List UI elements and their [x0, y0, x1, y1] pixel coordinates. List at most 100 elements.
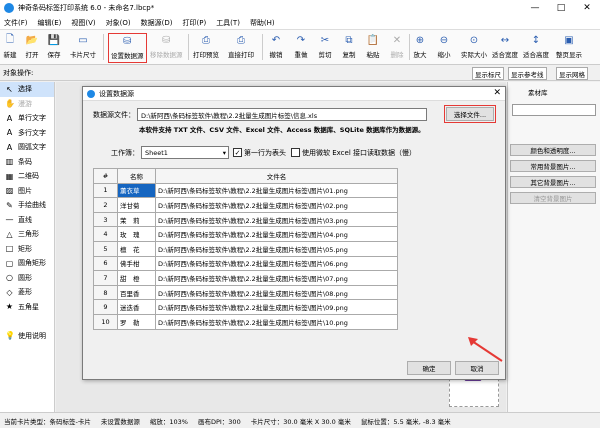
sidebar-item-help[interactable]: 💡 使用说明 [0, 329, 54, 344]
material-select[interactable] [512, 104, 596, 116]
sidebar-item-rectangle[interactable]: □ 矩形 [0, 242, 54, 257]
close-button[interactable]: ✕ [574, 0, 600, 16]
table-row[interactable]: 7甜 橙 D:\新阿西\条码标签软件\教程\2.2批量生成图片标签\图片\07.p… [93, 270, 398, 286]
sidebar-item-circle[interactable]: ○ 圆形 [0, 271, 54, 286]
table-row[interactable]: 5檀 花 D:\新阿西\条码标签软件\教程\2.2批量生成图片标签\图片\05.p… [93, 240, 398, 257]
material-tab[interactable]: 素材库 [508, 86, 600, 98]
sidebar-item-label: 手绘曲线 [18, 201, 46, 210]
toolbar-cut-button[interactable]: ✂ 剪切 [318, 33, 332, 63]
table-row[interactable]: 1 薰衣草 D:\新阿西\条码标签软件\教程\2.2批量生成图片标签\图片\01.p… [93, 182, 398, 199]
sidebar-item-multiline-text[interactable]: A 多行文字 [0, 126, 54, 141]
toolbar-card-size-button[interactable]: ▭ 卡片尺寸 [70, 33, 96, 63]
sidebar-item-label: 三角形 [18, 230, 39, 239]
tab-show-guides[interactable]: 显示参考线 [508, 67, 547, 80]
first-row-checkbox[interactable]: ✓ [233, 148, 242, 157]
sidebar-item-text[interactable]: A 单行文字 [0, 111, 54, 126]
row-index: 9 [93, 299, 118, 315]
tool-sidebar: ↖ 选择 ✋ 漫游 A 单行文字 A 多行文字 A 圆弧文字 ▥ 条码 ▦ 二维码 ▨ 图片 ✎ 手绘曲线 — 直线 △… [0, 82, 55, 412]
sidebar-item-label: 单行文字 [18, 114, 46, 123]
qrcode-icon: ▦ [5, 171, 14, 181]
toolbar-full-page-button[interactable]: ▣ 整页显示 [556, 33, 582, 63]
sidebar-item-qrcode[interactable]: ▦ 二维码 [0, 169, 54, 184]
sidebar-item-hand[interactable]: ✋ 漫游 [0, 97, 54, 112]
table-row[interactable]: 9 迷迭香 D:\新阿西\条码标签软件\教程\2.2批量生成图片标签\图片\09.p… [93, 299, 398, 315]
menu-help[interactable]: 帮助(H) [250, 18, 275, 28]
toolbar-paste-button[interactable]: 📋 粘贴 [366, 33, 380, 63]
sidebar-item-pointer[interactable]: ↖ 选择 [0, 82, 54, 97]
sheet-select[interactable]: Sheet1 ▾ [141, 146, 229, 159]
toolbar-open-folder-button[interactable]: 📂 打开 [25, 33, 39, 63]
table-row[interactable]: 10 罗 勒 D:\新阿西\条码标签软件\教程\2.2批量生成图片标签\图片\10.… [93, 313, 398, 330]
sidebar-item-label: 使用说明 [18, 331, 46, 340]
cancel-button[interactable]: 取消 [455, 361, 499, 375]
tab-show-ruler[interactable]: 显示标尺 [472, 67, 504, 80]
sidebar-item-rounded-rectangle[interactable]: ▢ 圆角矩形 [0, 256, 54, 271]
ok-button[interactable]: 确定 [407, 361, 451, 375]
data-table[interactable]: # 名称 文件名 1 薰衣草 D:\新阿西\条码标签软件\教程\2.2批量生成图片标… [93, 168, 398, 330]
common-bg-button[interactable]: 常用背景图片... [510, 160, 596, 172]
toolbar-actual-size-button[interactable]: ⊙ 实际大小 [461, 33, 487, 63]
other-bg-button[interactable]: 其它背景图片... [510, 176, 596, 188]
sidebar-item-star[interactable]: ★ 五角星 [0, 300, 54, 315]
table-row[interactable]: 3茉 莉 D:\新阿西\条码标签软件\教程\2.2批量生成图片标签\图片\03.p… [93, 211, 398, 228]
row-index: 2 [93, 197, 118, 213]
title-bar: 神奇条码标签打印系统 6.0 - 未命名7.lbcp* — □ ✕ [0, 0, 600, 16]
toolbar-new-file-button[interactable]: 🗋 新建 [3, 33, 17, 63]
row-index: 5 [93, 240, 118, 257]
toolbar-delete-button[interactable]: ✕ 删除 [390, 33, 404, 63]
maximize-button[interactable]: □ [548, 0, 574, 16]
ms-excel-checkbox[interactable] [291, 148, 300, 157]
menu-object[interactable]: 对象(O) [106, 18, 131, 28]
menu-datasource[interactable]: 数据源(D) [141, 18, 173, 28]
status-datasource: 未设置数据源 [100, 417, 140, 426]
toolbar-print-preview-button[interactable]: ⎙ 打印预览 [193, 33, 219, 63]
sidebar-item-label: 条码 [18, 157, 32, 166]
toolbar-remove-database-button[interactable]: ⛁ 移除数据源 [150, 33, 183, 63]
menu-edit[interactable]: 编辑(E) [38, 18, 62, 28]
menu-print[interactable]: 打印(P) [183, 18, 207, 28]
tab-show-grid[interactable]: 显示网格 [556, 67, 588, 80]
sheet-row: 工作簿： Sheet1 ▾ ✓ 第一行为表头 使用微软 Excel 接口读取数据（… [111, 146, 416, 159]
source-path-input[interactable]: D:\新阿西\条码标签软件\教程\2.2批量生成图片标签\信息.xls [137, 108, 427, 121]
clear-bg-button[interactable]: 清空背景图片 [510, 192, 596, 204]
toolbar-zoom-in-button[interactable]: ⊕ 放大 [413, 33, 427, 63]
toolbar-fit-width-button[interactable]: ↔ 适合宽度 [492, 33, 518, 63]
color-opacity-button[interactable]: 颜色和透明度... [510, 144, 596, 156]
support-note: 本软件支持 TXT 文件、CSV 文件、Excel 文件、Access 数据库、… [139, 126, 425, 134]
toolbar-redo-button[interactable]: ↷ 重做 [294, 33, 308, 63]
toolbar-undo-button[interactable]: ↶ 撤销 [269, 33, 283, 63]
toolbar-save-button[interactable]: 💾 保存 [47, 33, 61, 63]
sidebar-item-barcode[interactable]: ▥ 条码 [0, 155, 54, 170]
toolbar-zoom-out-button[interactable]: ⊖ 缩小 [437, 33, 451, 63]
sheet-label: 工作簿： [111, 148, 139, 157]
table-row[interactable]: 6 佛手柑 D:\新阿西\条码标签软件\教程\2.2批量生成图片标签\图片\06.p… [93, 255, 398, 272]
toolbar-label: 整页显示 [556, 51, 582, 59]
toolbar-label: 放大 [413, 51, 427, 59]
row-name: 迷迭香 [117, 299, 156, 315]
menu-tools[interactable]: 工具(T) [216, 18, 240, 28]
full-page-icon: ▣ [564, 34, 574, 46]
star-icon: ★ [5, 302, 14, 312]
sidebar-item-image[interactable]: ▨ 图片 [0, 184, 54, 199]
minimize-button[interactable]: — [522, 0, 548, 16]
sidebar-item-pen[interactable]: ✎ 手绘曲线 [0, 198, 54, 213]
menu-file[interactable]: 文件(F) [4, 18, 28, 28]
table-row[interactable]: 4玫 瑰 D:\新阿西\条码标签软件\教程\2.2批量生成图片标签\图片\04.p… [93, 226, 398, 242]
toolbar-database-button[interactable]: ⛁ 设置数据源 [108, 33, 147, 63]
sidebar-item-diamond[interactable]: ◇ 菱形 [0, 285, 54, 300]
sidebar-item-triangle[interactable]: △ 三角形 [0, 227, 54, 242]
dialog-close-button[interactable]: ✕ [493, 88, 501, 98]
sidebar-item-line[interactable]: — 直线 [0, 213, 54, 228]
toolbar-printer-button[interactable]: ⎙ 直接打印 [228, 33, 254, 63]
table-row[interactable]: 2 洋甘菊 D:\新阿西\条码标签软件\教程\2.2批量生成图片标签\图片\02.p… [93, 197, 398, 213]
toolbar-label: 缩小 [437, 51, 451, 59]
sidebar-item-arc-text[interactable]: A 圆弧文字 [0, 140, 54, 155]
table-row[interactable]: 8 百里香 D:\新阿西\条码标签软件\教程\2.2批量生成图片标签\图片\08.p… [93, 284, 398, 301]
toolbar-copy-button[interactable]: ⧉ 复制 [342, 33, 356, 63]
toolbar-fit-height-button[interactable]: ↕ 适合高度 [523, 33, 549, 63]
rounded-rectangle-icon: ▢ [5, 258, 14, 268]
menu-view[interactable]: 视图(V) [71, 18, 95, 28]
choose-file-button[interactable]: 选择文件... [444, 105, 496, 123]
sidebar-item-label: 多行文字 [18, 128, 46, 137]
